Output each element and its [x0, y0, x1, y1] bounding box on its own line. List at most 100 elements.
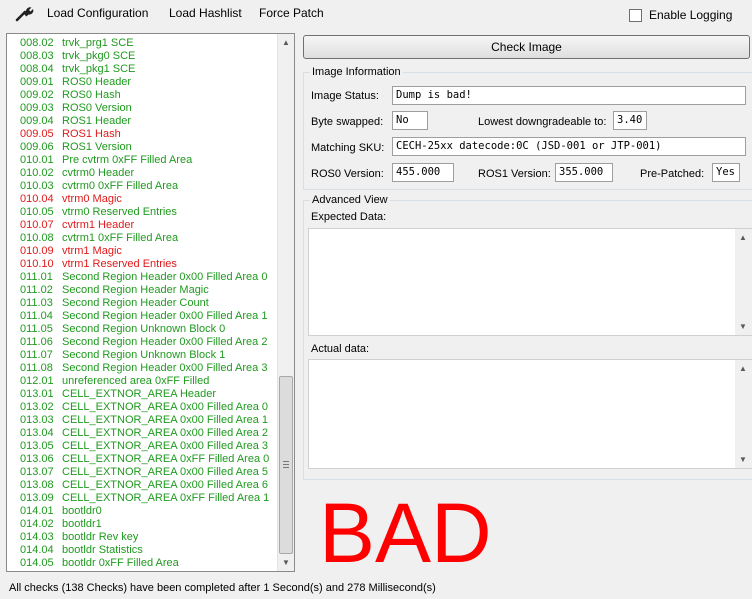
- image-status-field[interactable]: Dump is bad!: [392, 86, 746, 105]
- grip-icon: [283, 461, 289, 468]
- check-id: 009.05: [20, 128, 54, 140]
- scroll-down-arrow-icon[interactable]: ▼: [735, 318, 751, 335]
- scroll-up-arrow-icon[interactable]: ▲: [278, 34, 294, 51]
- check-results-items: 008.02 trvk_prg1 SCE 008.03 trvk_pkg0 SCE 00…: [7, 37, 279, 570]
- pre-patched-field[interactable]: Yes: [712, 163, 740, 182]
- check-id: 010.03: [20, 180, 54, 192]
- check-row[interactable]: 011.05 Second Region Unknown Block 0: [7, 323, 279, 336]
- check-name: ROS1 Header: [62, 115, 132, 127]
- check-row[interactable]: 011.02 Second Region Header Magic: [7, 284, 279, 297]
- check-row[interactable]: 013.04 CELL_EXTNOR_AREA 0x00 Filled Area …: [7, 427, 279, 440]
- check-row[interactable]: 013.03 CELL_EXTNOR_AREA 0x00 Filled Area …: [7, 414, 279, 427]
- check-row[interactable]: 009.02 ROS0 Hash: [7, 89, 279, 102]
- check-row[interactable]: 011.07 Second Region Unknown Block 1: [7, 349, 279, 362]
- check-name: cvtrm0 Header: [62, 167, 135, 179]
- image-status-label: Image Status:: [311, 90, 379, 102]
- scroll-down-arrow-icon[interactable]: ▼: [735, 451, 751, 468]
- check-row[interactable]: 011.03 Second Region Header Count: [7, 297, 279, 310]
- check-row[interactable]: 010.01 Pre cvtrm 0xFF Filled Area: [7, 154, 279, 167]
- check-row[interactable]: 008.03 trvk_pkg0 SCE: [7, 50, 279, 63]
- check-row[interactable]: 014.03 bootldr Rev key: [7, 531, 279, 544]
- expected-data-textarea[interactable]: ▲ ▼: [308, 228, 752, 336]
- check-row[interactable]: 010.10 vtrm1 Reserved Entries: [7, 258, 279, 271]
- check-row[interactable]: 011.04 Second Region Header 0x00 Filled A…: [7, 310, 279, 323]
- lowest-downgradeable-field[interactable]: 3.40: [613, 111, 647, 130]
- menu-bar: Load Configuration Load Hashlist Force P…: [0, 0, 752, 28]
- enable-logging-toggle[interactable]: Enable Logging: [629, 8, 732, 22]
- check-id: 014.04: [20, 544, 54, 556]
- enable-logging-checkbox[interactable]: [629, 8, 642, 22]
- scroll-up-arrow-icon[interactable]: ▲: [735, 229, 751, 246]
- actual-data-scrollbar[interactable]: ▲ ▼: [735, 360, 752, 468]
- check-row[interactable]: 014.05 bootldr 0xFF Filled Area: [7, 557, 279, 570]
- check-id: 013.08: [20, 479, 54, 491]
- check-row[interactable]: 014.04 bootldr Statistics: [7, 544, 279, 557]
- scroll-thumb[interactable]: [279, 376, 293, 554]
- check-name: CELL_EXTNOR_AREA 0x00 Filled Area 0: [62, 401, 269, 413]
- menu-force-patch[interactable]: Force Patch: [259, 6, 324, 21]
- expected-data-label: Expected Data:: [311, 211, 387, 223]
- matching-sku-field[interactable]: CECH-25xx datecode:0C (JSD-001 or JTP-00…: [392, 137, 746, 156]
- check-row[interactable]: 009.01 ROS0 Header: [7, 76, 279, 89]
- check-row[interactable]: 011.08 Second Region Header 0x00 Filled A…: [7, 362, 279, 375]
- check-row[interactable]: 009.05 ROS1 Hash: [7, 128, 279, 141]
- check-row[interactable]: 013.09 CELL_EXTNOR_AREA 0xFF Filled Area …: [7, 492, 279, 505]
- check-id: 013.09: [20, 492, 54, 504]
- wrench-icon[interactable]: [14, 5, 34, 23]
- expected-data-scrollbar[interactable]: ▲ ▼: [735, 229, 752, 335]
- pre-patched-label: Pre-Patched:: [640, 168, 705, 180]
- check-name: bootldr Rev key: [62, 531, 139, 543]
- check-name: vtrm1 Magic: [62, 245, 122, 257]
- check-row[interactable]: 013.02 CELL_EXTNOR_AREA 0x00 Filled Area …: [7, 401, 279, 414]
- check-row[interactable]: 009.06 ROS1 Version: [7, 141, 279, 154]
- check-results-list[interactable]: 008.02 trvk_prg1 SCE 008.03 trvk_pkg0 SCE 00…: [6, 33, 295, 572]
- scroll-up-arrow-icon[interactable]: ▲: [735, 360, 751, 377]
- check-row[interactable]: 010.02 cvtrm0 Header: [7, 167, 279, 180]
- check-row[interactable]: 011.01 Second Region Header 0x00 Filled A…: [7, 271, 279, 284]
- check-row[interactable]: 014.01 bootldr0: [7, 505, 279, 518]
- check-row[interactable]: 012.01 unreferenced area 0xFF Filled: [7, 375, 279, 388]
- check-row[interactable]: 008.04 trvk_pkg1 SCE: [7, 63, 279, 76]
- check-id: 011.01: [20, 271, 53, 283]
- check-list-scrollbar[interactable]: ▲ ▼: [277, 34, 294, 571]
- actual-data-textarea[interactable]: ▲ ▼: [308, 359, 752, 469]
- check-name: bootldr1: [62, 518, 102, 530]
- check-row[interactable]: 010.04 vtrm0 Magic: [7, 193, 279, 206]
- check-row[interactable]: 011.06 Second Region Header 0x00 Filled A…: [7, 336, 279, 349]
- actual-data-label: Actual data:: [311, 343, 370, 355]
- check-row[interactable]: 010.05 vtrm0 Reserved Entries: [7, 206, 279, 219]
- check-image-button[interactable]: Check Image: [303, 35, 750, 59]
- check-row[interactable]: 008.02 trvk_prg1 SCE: [7, 37, 279, 50]
- check-row[interactable]: 013.07 CELL_EXTNOR_AREA 0x00 Filled Area …: [7, 466, 279, 479]
- check-name: Second Region Header 0x00 Filled Area 1: [62, 310, 268, 322]
- enable-logging-label: Enable Logging: [649, 8, 733, 22]
- byte-swapped-field[interactable]: No: [392, 111, 428, 130]
- check-row[interactable]: 009.03 ROS0 Version: [7, 102, 279, 115]
- check-row[interactable]: 010.09 vtrm1 Magic: [7, 245, 279, 258]
- check-row[interactable]: 010.03 cvtrm0 0xFF Filled Area: [7, 180, 279, 193]
- menu-load-configuration[interactable]: Load Configuration: [47, 6, 148, 21]
- matching-sku-label: Matching SKU:: [311, 142, 385, 154]
- check-id: 013.02: [20, 401, 54, 413]
- check-id: 010.01: [20, 154, 54, 166]
- check-name: cvtrm1 0xFF Filled Area: [62, 232, 179, 244]
- check-row[interactable]: 013.06 CELL_EXTNOR_AREA 0xFF Filled Area …: [7, 453, 279, 466]
- check-row[interactable]: 013.05 CELL_EXTNOR_AREA 0x00 Filled Area …: [7, 440, 279, 453]
- check-name: trvk_pkg1 SCE: [62, 63, 136, 75]
- check-id: 011.07: [20, 349, 53, 361]
- check-row[interactable]: 009.04 ROS1 Header: [7, 115, 279, 128]
- check-row[interactable]: 013.08 CELL_EXTNOR_AREA 0x00 Filled Area …: [7, 479, 279, 492]
- check-name: Second Region Header 0x00 Filled Area 3: [62, 362, 268, 374]
- check-row[interactable]: 014.02 bootldr1: [7, 518, 279, 531]
- check-row[interactable]: 010.07 cvtrm1 Header: [7, 219, 279, 232]
- check-id: 010.05: [20, 206, 54, 218]
- ros1-version-field[interactable]: 355.000: [555, 163, 613, 182]
- scroll-down-arrow-icon[interactable]: ▼: [278, 554, 294, 571]
- check-row[interactable]: 013.01 CELL_EXTNOR_AREA Header: [7, 388, 279, 401]
- check-name: Pre cvtrm 0xFF Filled Area: [62, 154, 193, 166]
- image-information-title: Image Information: [310, 65, 403, 79]
- check-name: trvk_pkg0 SCE: [62, 50, 136, 62]
- check-row[interactable]: 010.08 cvtrm1 0xFF Filled Area: [7, 232, 279, 245]
- menu-load-hashlist[interactable]: Load Hashlist: [169, 6, 242, 21]
- ros0-version-field[interactable]: 455.000: [392, 163, 454, 182]
